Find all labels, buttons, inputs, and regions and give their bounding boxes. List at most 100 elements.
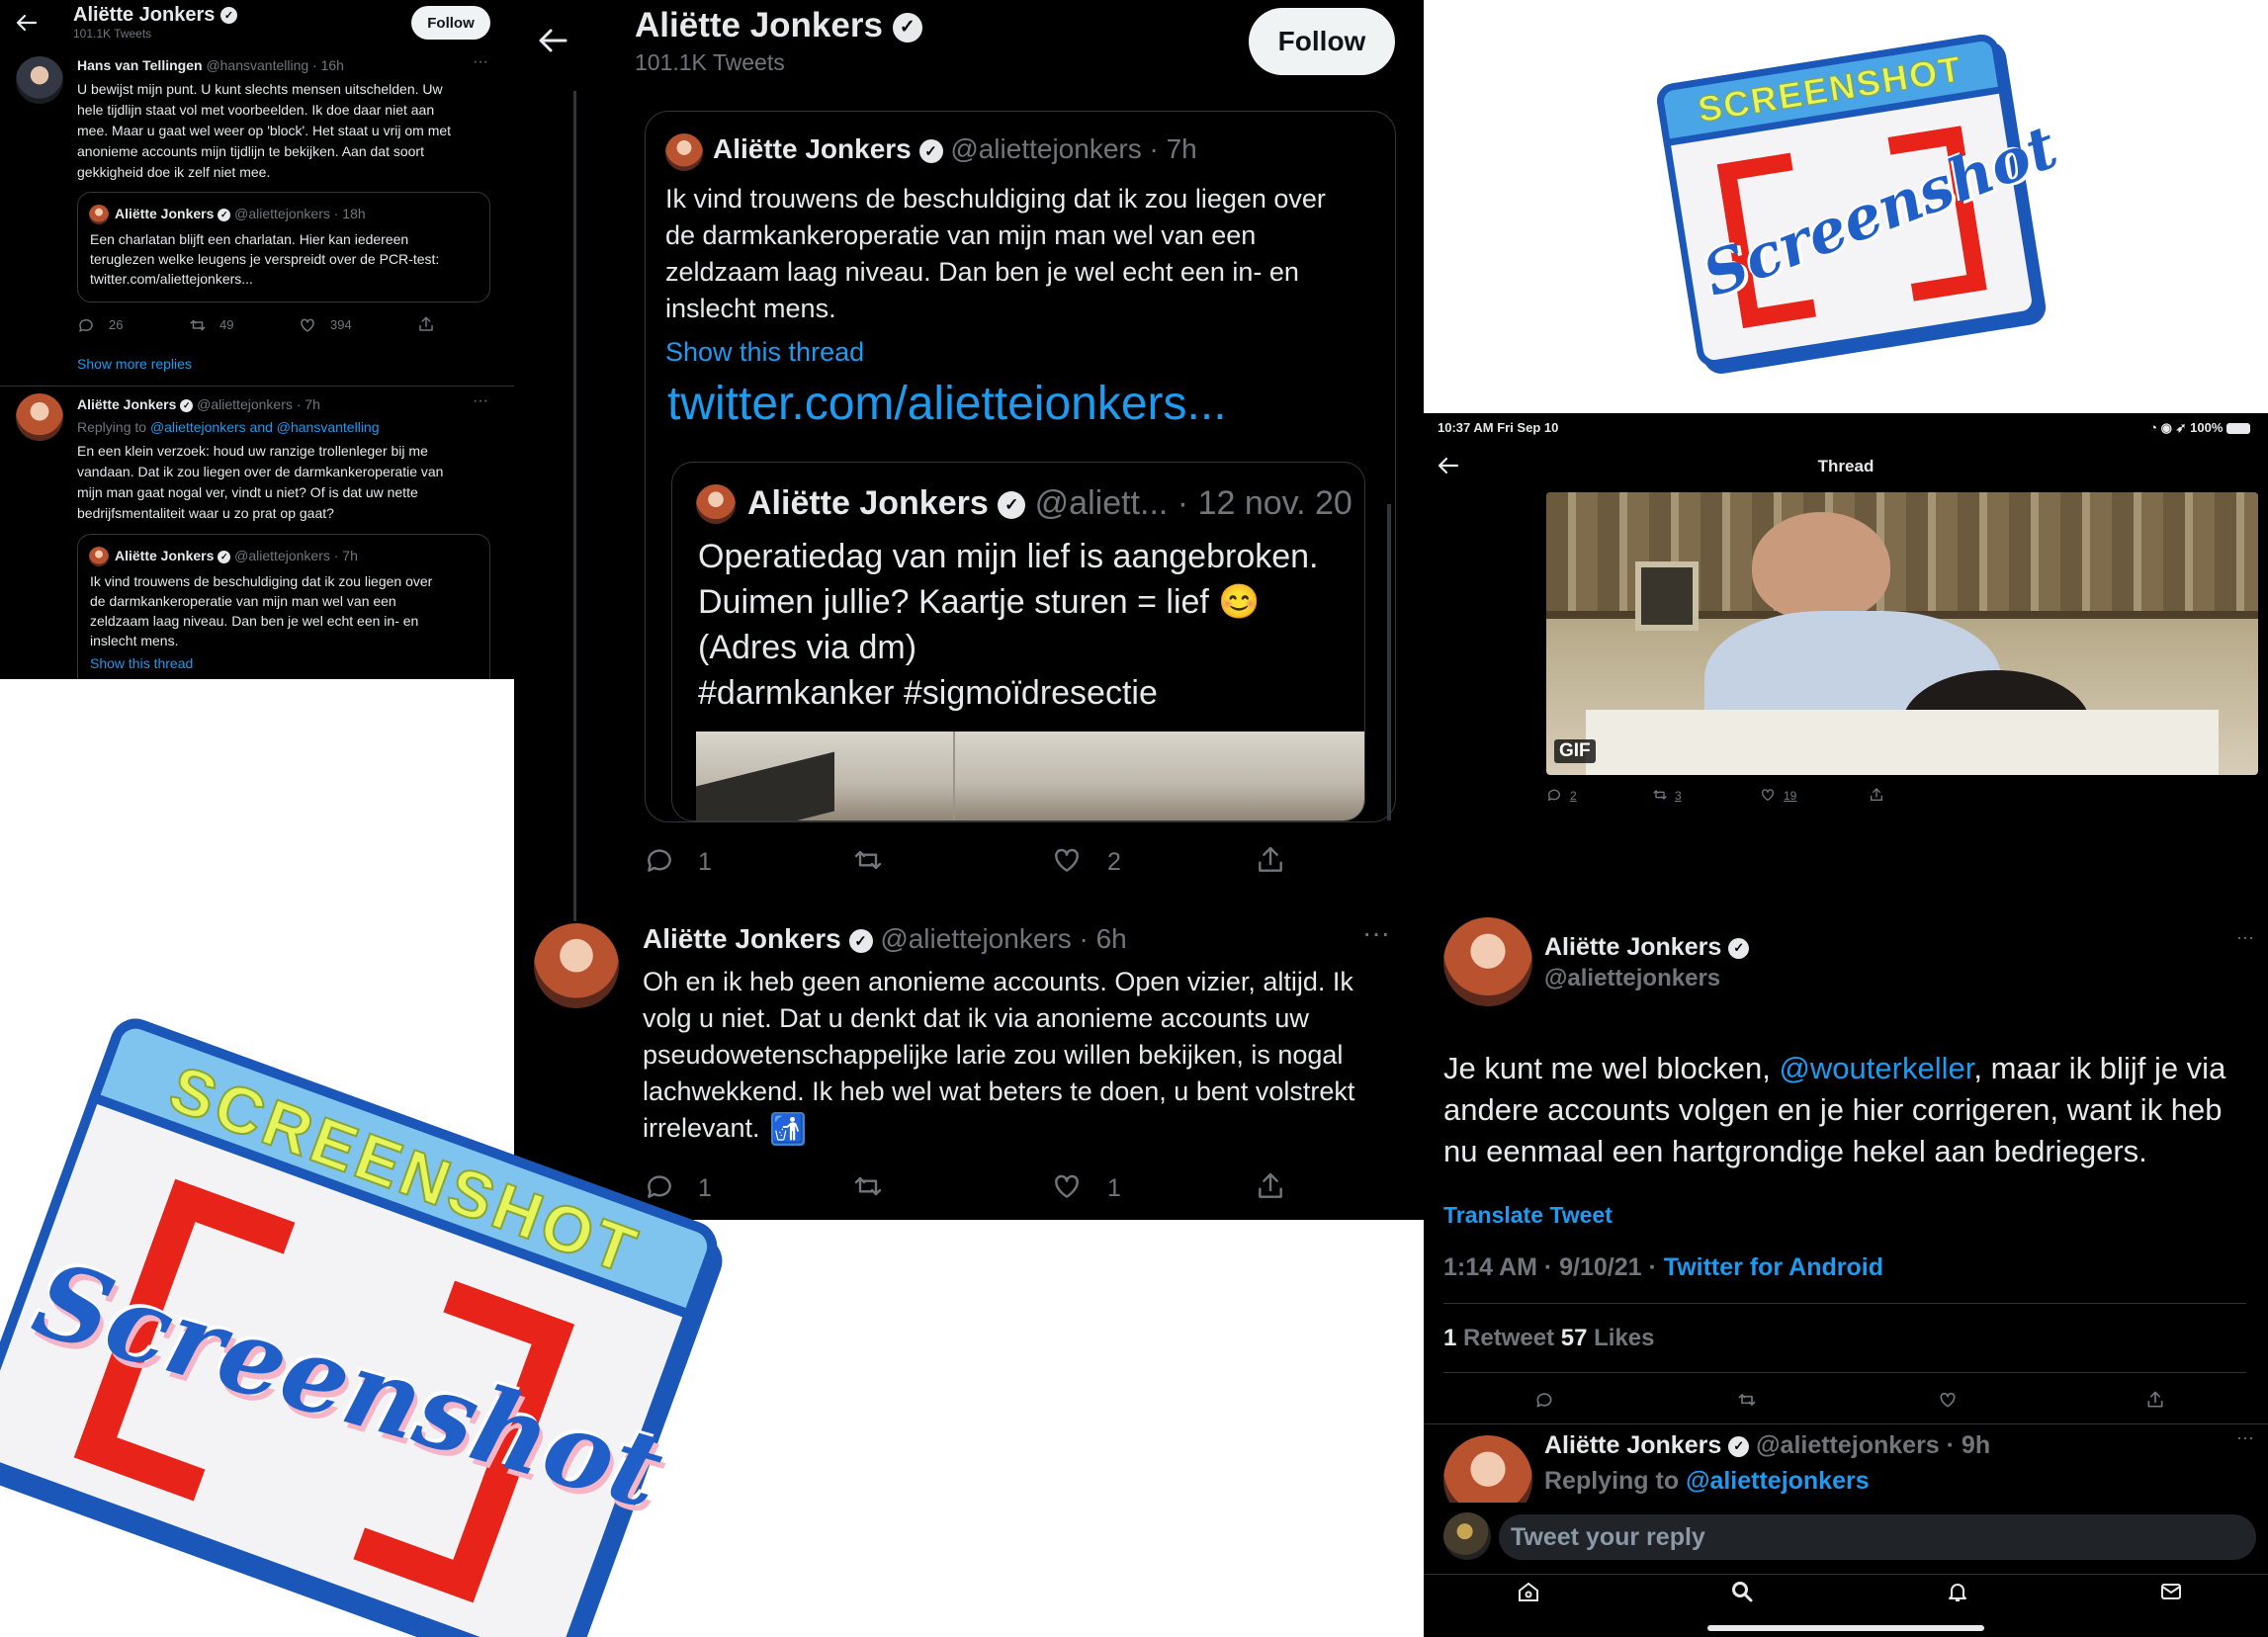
tweet-text: Je kunt me wel blocken, @wouterkeller, m… <box>1443 1051 2226 1168</box>
text-line: #darmkanker #sigmoïdresectie <box>698 674 1158 712</box>
retweet-icon[interactable] <box>1651 787 1669 803</box>
like-count: 394 <box>330 317 352 332</box>
avatar[interactable] <box>534 923 619 1008</box>
retweet-count: 3 <box>1675 789 1682 803</box>
tweet-author-name: Aliëtte Jonkers ✓ <box>1544 933 1750 962</box>
avatar <box>89 205 109 224</box>
text-line: En een klein verzoek: houd uw ranzige tr… <box>77 443 428 459</box>
quoted-tweet[interactable]: Aliëtte Jonkers ✓ @aliettejonkers · 18h … <box>77 192 490 302</box>
text-line: Ik vind trouwens de beschuldiging dat ik… <box>90 573 433 589</box>
avatar <box>665 133 703 171</box>
like-icon[interactable] <box>1938 1390 1958 1410</box>
avatar[interactable] <box>1443 917 1532 1006</box>
verified-icon: ✓ <box>180 398 194 412</box>
retweet-icon[interactable] <box>1736 1390 1758 1410</box>
mention-link[interactable]: @wouterkeller <box>1779 1051 1973 1085</box>
header-title: Thread <box>1817 457 1875 475</box>
text-line: Een charlatan blijft een charlatan. Hier… <box>90 231 409 247</box>
scrollbar[interactable] <box>1387 504 1391 820</box>
tweet-author: Hans van Tellingen @hansvantelling · 16h <box>77 57 344 73</box>
like-count: 19 <box>1784 789 1797 803</box>
tweet-author: Aliëtte Jonkers ✓ @aliettejonkers · 6h <box>643 923 1127 954</box>
quote-actions: 1 2 <box>643 844 1414 880</box>
more-icon[interactable]: ··· <box>2236 927 2254 948</box>
gif-tweet-actions: 2 3 19 <box>1546 787 1902 807</box>
tweet-author-handle: @aliettejonkers <box>1544 965 1721 991</box>
show-this-thread-link[interactable]: Show this thread <box>665 337 864 368</box>
share-icon[interactable] <box>1254 1170 1287 1202</box>
reply-icon[interactable] <box>1546 787 1562 803</box>
reply-icon[interactable] <box>77 316 95 334</box>
text-line: lachwekkend. Ik heb wel wat beters te do… <box>643 1077 1355 1106</box>
show-this-thread-link[interactable]: Show this thread <box>90 655 193 671</box>
messages-icon[interactable] <box>2159 1580 2183 1603</box>
share-icon[interactable] <box>2145 1390 2165 1410</box>
left-panel: Aliëtte Jonkers ✓ 101.1K Tweets Follow H… <box>0 0 514 679</box>
quoted-tweet[interactable]: Aliëtte Jonkers ✓ @aliettejonkers · 7h I… <box>645 111 1396 822</box>
follow-button[interactable]: Follow <box>1249 8 1395 75</box>
text-line: de darmkankeroperatie van mijn man wel v… <box>665 220 1257 250</box>
like-icon[interactable] <box>1050 844 1084 876</box>
like-icon[interactable] <box>299 316 316 334</box>
more-icon[interactable]: ··· <box>473 392 488 410</box>
divider <box>1443 1372 2246 1373</box>
quoted-text: Ik vind trouwens de beschuldiging dat ik… <box>665 181 1326 327</box>
home-icon[interactable] <box>1517 1580 1540 1603</box>
like-icon[interactable] <box>1050 1170 1084 1202</box>
reply-author: Aliëtte Jonkers ✓ @aliettejonkers · 9h <box>1544 1431 1991 1459</box>
translate-tweet-link[interactable]: Translate Tweet <box>1443 1202 1613 1229</box>
retweet-icon[interactable] <box>850 1170 886 1202</box>
reply-icon[interactable] <box>643 1170 676 1202</box>
status-indicators: ◔ ◉ ➶ 100% <box>2149 420 2250 436</box>
client-link[interactable]: Twitter for Android <box>1664 1253 1883 1281</box>
text-line: bedrijfsmentaliteit waar u zo prat op ga… <box>77 505 334 521</box>
screenshot-sticker-top: SCREENSHOT Screenshot <box>1654 32 2066 370</box>
verified-icon: ✓ <box>998 491 1026 520</box>
avatar <box>1443 1512 1491 1560</box>
share-icon[interactable] <box>417 315 435 333</box>
engagement-stats[interactable]: 1 Retweet 57 Likes <box>1443 1325 1654 1352</box>
text-line: Ik vind trouwens de beschuldiging dat ik… <box>665 184 1326 214</box>
tweet-count: 101.1K Tweets <box>73 27 152 41</box>
reply-input[interactable]: Tweet your reply <box>1499 1514 2256 1560</box>
show-more-replies-link[interactable]: Show more replies <box>77 356 192 372</box>
gif-media[interactable]: GIF <box>1546 492 2258 775</box>
avatar[interactable] <box>16 393 63 441</box>
quoted-tweet[interactable]: Aliëtte Jonkers ✓ @aliettejonkers · 7h I… <box>77 534 490 679</box>
tweet-text: U bewijst mijn punt. U kunt slechts mens… <box>77 79 451 183</box>
follow-button[interactable]: Follow <box>411 6 490 40</box>
battery-icon <box>2226 423 2250 435</box>
tweet-count: 101.1K Tweets <box>635 49 785 75</box>
verified-icon: ✓ <box>1728 1435 1750 1457</box>
like-icon[interactable] <box>1760 787 1776 803</box>
tweet-actions: 1 1 <box>643 1170 1414 1206</box>
text-line: inslecht mens. <box>90 633 179 648</box>
verified-icon: ✓ <box>1728 937 1750 959</box>
reply-icon[interactable] <box>1534 1390 1554 1410</box>
more-icon[interactable]: ··· <box>2236 1427 2254 1448</box>
nested-quoted-tweet[interactable]: Aliëtte Jonkers ✓ @aliett... · 12 nov. 2… <box>671 462 1365 821</box>
text-line: pseudowetenschappelijke larie zou willen… <box>643 1040 1344 1070</box>
text-line: volg u niet. Dat u denkt dat ik via anon… <box>643 1003 1309 1033</box>
text-line: anonieme accounts mijn tijdlijn te bekij… <box>77 143 424 159</box>
back-arrow-icon[interactable] <box>538 28 567 53</box>
reply-icon[interactable] <box>643 844 676 876</box>
text-line: irrelevant. <box>643 1113 760 1143</box>
reply-count: 1 <box>698 1174 712 1202</box>
text-line: Operatiedag van mijn lief is aangebroken… <box>698 538 1319 575</box>
more-icon[interactable]: ··· <box>1362 917 1390 949</box>
status-time: 10:37 AM Fri Sep 10 <box>1438 420 1559 435</box>
tweet-text: En een klein verzoek: houd uw ranzige tr… <box>77 441 443 524</box>
share-icon[interactable] <box>1254 844 1287 876</box>
search-icon[interactable] <box>1730 1580 1754 1603</box>
verified-icon: ✓ <box>892 12 922 43</box>
notifications-icon[interactable] <box>1946 1580 1969 1603</box>
share-icon[interactable] <box>1869 787 1884 803</box>
retweet-icon[interactable] <box>850 844 886 876</box>
back-arrow-icon[interactable] <box>16 14 38 32</box>
retweet-icon[interactable] <box>188 316 208 334</box>
more-icon[interactable]: ··· <box>473 53 488 71</box>
text-line: U bewijst mijn punt. U kunt slechts mens… <box>77 81 443 97</box>
avatar[interactable] <box>16 56 63 104</box>
link-preview-url[interactable]: twitter.com/aliettejonkers... <box>667 375 1227 420</box>
